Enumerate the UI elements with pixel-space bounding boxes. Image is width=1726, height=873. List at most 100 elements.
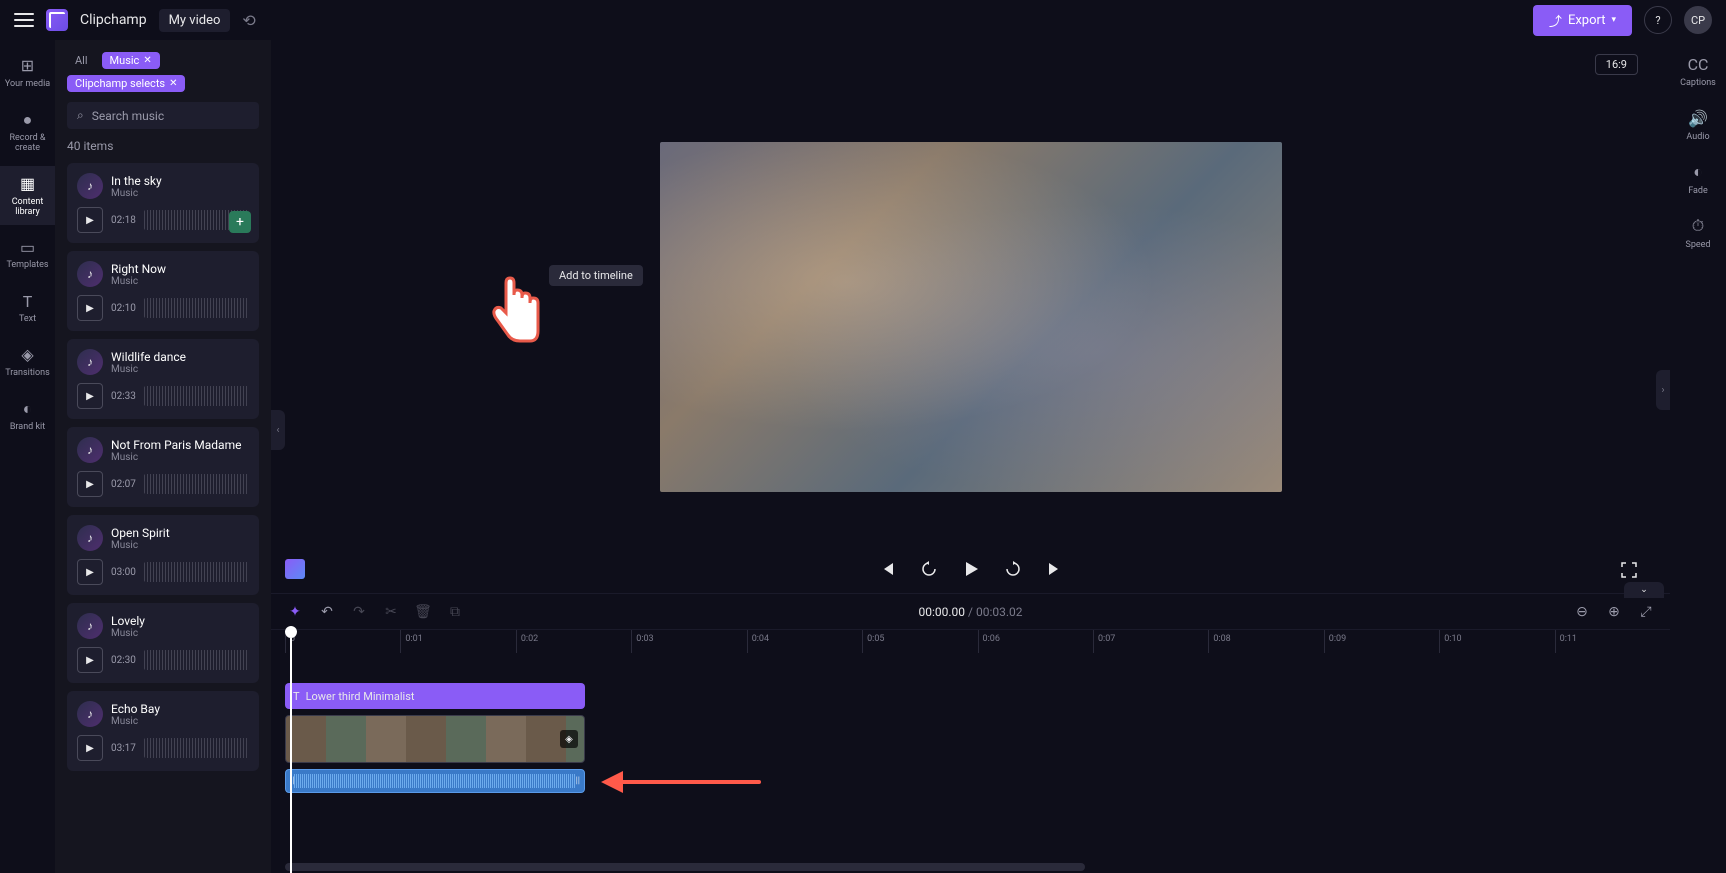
video-preview[interactable] — [660, 142, 1282, 492]
nav-icon: ▭ — [18, 237, 38, 257]
track-item[interactable]: ♪Wildlife danceMusic▶02:33 — [67, 339, 259, 419]
text-clip[interactable]: T Lower third Minimalist — [285, 683, 585, 709]
track-item[interactable]: ♪Not From Paris MadameMusic▶02:07 — [67, 427, 259, 507]
ai-tool-button[interactable]: ✦ — [285, 602, 305, 622]
nav-transitions[interactable]: ◈ Transitions — [0, 337, 55, 387]
text-clip-label: Lower third Minimalist — [306, 690, 415, 703]
ruler-mark: 0:02 — [516, 630, 631, 653]
split-button[interactable]: ✂ — [381, 602, 401, 622]
nav-icon: T — [18, 291, 38, 311]
track-item[interactable]: ♪Open SpiritMusic▶03:00 — [67, 515, 259, 595]
timeline-scrollbar[interactable] — [285, 863, 1085, 871]
content-area: Add to timeline ‹ 16:9 ✦ — [271, 40, 1670, 873]
nav-your-media[interactable]: ⊞Your media — [0, 48, 55, 98]
play-button[interactable]: ▶ — [77, 471, 103, 497]
nav-label: Transitions — [5, 369, 50, 379]
nav-brand-kit[interactable]: ◐Brand kit — [0, 391, 55, 441]
chip-all[interactable]: All — [67, 52, 96, 69]
track-title: Not From Paris Madame — [111, 438, 241, 452]
zoom-in-button[interactable]: ⊕ — [1604, 602, 1624, 622]
right-speed[interactable]: ⏱Speed — [1685, 216, 1710, 250]
play-button[interactable]: ▶ — [77, 647, 103, 673]
play-button[interactable]: ▶ — [77, 295, 103, 321]
add-to-timeline-button[interactable]: + — [229, 211, 251, 233]
play-button[interactable]: ▶ — [77, 207, 103, 233]
track-title: In the sky — [111, 174, 162, 188]
chip-music[interactable]: Music ✕ — [102, 52, 160, 69]
timeline-ruler[interactable]: 00:010:020:030:040:050:060:070:080:090:1… — [271, 629, 1670, 653]
track-item[interactable]: ♪Right NowMusic▶02:10 — [67, 251, 259, 331]
nav-text[interactable]: TText — [0, 283, 55, 333]
menu-button[interactable] — [14, 13, 34, 27]
nav-icon: ▦ — [18, 174, 38, 194]
forward-button[interactable] — [1003, 559, 1023, 579]
track-duration: 02:30 — [111, 655, 136, 666]
export-button[interactable]: ⤴ Export ▾ — [1533, 5, 1632, 36]
delete-button[interactable]: 🗑 — [413, 602, 433, 622]
track-subtitle: Music — [111, 628, 145, 639]
nav-content-library[interactable]: ▦Content library — [0, 166, 55, 226]
track-item[interactable]: ♪LovelyMusic▶02:30 — [67, 603, 259, 683]
help-button[interactable]: ? — [1644, 6, 1672, 34]
left-nav: ⊞Your media●Record & create▦Content libr… — [0, 40, 55, 873]
track-duration: 02:10 — [111, 303, 136, 314]
track-subtitle: Music — [111, 276, 166, 287]
collapse-timeline-button[interactable]: ⌄ — [1624, 582, 1664, 598]
ruler-mark: 0:01 — [400, 630, 515, 653]
track-subtitle: Music — [111, 540, 170, 551]
timecode: 00:00.00 / 00:03.02 — [918, 605, 1022, 619]
ai-icon[interactable] — [285, 559, 305, 579]
right-audio[interactable]: 🔊Audio — [1686, 108, 1709, 142]
play-button[interactable]: ▶ — [77, 559, 103, 585]
sync-icon: ⟲ — [242, 11, 255, 30]
sidebar: All Music ✕ Clipchamp selects ✕ ⌕ Search… — [55, 40, 271, 873]
timeline-tracks[interactable]: T Lower third Minimalist ◈ || || — [271, 653, 1670, 873]
track-list: ♪In the skyMusic▶02:18+♪Right NowMusic▶0… — [67, 163, 259, 771]
nav-templates[interactable]: ▭Templates — [0, 229, 55, 279]
track-item[interactable]: ♪Echo BayMusic▶03:17 — [67, 691, 259, 771]
project-name[interactable]: My video — [159, 9, 231, 32]
redo-button[interactable]: ↷ — [349, 602, 369, 622]
clip-transition-icon[interactable]: ◈ — [560, 730, 578, 748]
nav-icon: ◈ — [18, 345, 38, 365]
right-fade[interactable]: ◐Fade — [1688, 162, 1708, 196]
close-icon[interactable]: ✕ — [169, 78, 177, 89]
nav-icon: ◐ — [18, 399, 38, 419]
nav-icon: ⊞ — [18, 56, 38, 76]
user-avatar[interactable]: CP — [1684, 6, 1712, 34]
audio-clip[interactable]: || || — [285, 769, 585, 793]
video-clip[interactable]: ◈ — [285, 715, 585, 763]
playhead[interactable] — [285, 626, 297, 638]
close-icon[interactable]: ✕ — [143, 55, 151, 66]
duplicate-button[interactable]: ⧉ — [445, 602, 465, 622]
skip-forward-button[interactable] — [1045, 559, 1065, 579]
play-button[interactable]: ▶ — [77, 735, 103, 761]
track-subtitle: Music — [111, 188, 162, 199]
fullscreen-button[interactable] — [1620, 561, 1638, 579]
ruler-mark: 0:09 — [1324, 630, 1439, 653]
right-sidebar: › CCCaptions🔊Audio◐Fade⏱Speed — [1670, 40, 1726, 873]
track-item[interactable]: ♪In the skyMusic▶02:18+ — [67, 163, 259, 243]
collapse-rightbar-button[interactable]: › — [1656, 370, 1670, 410]
undo-button[interactable]: ↶ — [317, 602, 337, 622]
track-title: Wildlife dance — [111, 350, 186, 364]
text-icon: T — [293, 690, 300, 703]
ruler-mark: 0 — [285, 630, 400, 653]
timecode-duration: 00:03.02 — [976, 605, 1023, 619]
right-label: Fade — [1688, 186, 1708, 196]
search-input[interactable]: ⌕ Search music — [67, 102, 259, 129]
skip-back-button[interactable] — [877, 559, 897, 579]
rewind-button[interactable] — [919, 559, 939, 579]
track-title: Lovely — [111, 614, 145, 628]
right-captions[interactable]: CCCaptions — [1680, 54, 1716, 88]
aspect-ratio-button[interactable]: 16:9 — [1595, 54, 1638, 75]
play-button[interactable]: ▶ — [77, 383, 103, 409]
clip-handle-right[interactable]: || — [576, 776, 580, 786]
nav-record-create[interactable]: ●Record & create — [0, 102, 55, 162]
chip-clipchamp-selects[interactable]: Clipchamp selects ✕ — [67, 75, 185, 92]
chip-label: Clipchamp selects — [75, 77, 165, 90]
fit-button[interactable]: ⤢ — [1636, 602, 1656, 622]
export-label: Export — [1568, 13, 1606, 28]
play-button[interactable] — [961, 559, 981, 579]
zoom-out-button[interactable]: ⊖ — [1572, 602, 1592, 622]
